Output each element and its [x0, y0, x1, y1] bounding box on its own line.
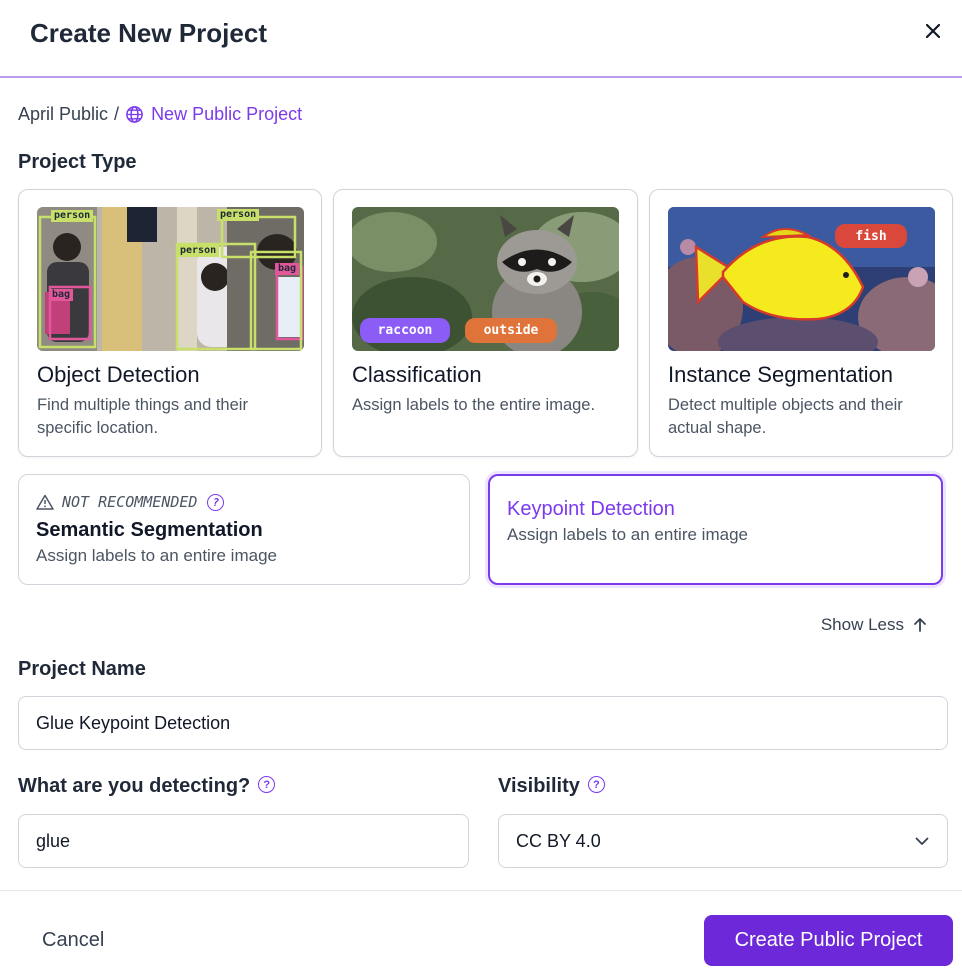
breadcrumb-project[interactable]: New Public Project: [125, 104, 302, 125]
breadcrumb-project-label: New Public Project: [151, 104, 303, 124]
detecting-label: What are you detecting??: [18, 775, 276, 798]
bbox-label: bag: [49, 289, 74, 301]
card-description: Assign labels to an entire image: [36, 546, 277, 565]
show-less-label: Show Less: [820, 615, 904, 634]
visibility-value: CC BY 4.0: [516, 830, 601, 851]
instance-segmentation-image: fish: [668, 207, 935, 351]
arrow-up-icon: [914, 618, 926, 632]
visibility-label-text: Visibility: [498, 775, 580, 797]
card-title: Keypoint Detection: [507, 498, 675, 520]
detecting-input[interactable]: glue: [18, 814, 469, 868]
breadcrumb-workspace[interactable]: April Public: [18, 104, 108, 125]
dialog-header: Create New Project: [0, 0, 962, 78]
card-classification[interactable]: raccoon outside Classification Assign la…: [333, 189, 638, 457]
not-recommended-badge: NOT RECOMMENDED ?: [36, 493, 225, 511]
card-description: Detect multiple objects and their actual…: [668, 396, 903, 437]
card-description: Find multiple things and their specific …: [37, 396, 248, 437]
bbox-label: person: [177, 245, 220, 257]
breadcrumb: April Public / New Public Project: [18, 104, 302, 125]
tag-fish: fish: [835, 224, 907, 248]
help-icon[interactable]: ?: [258, 776, 276, 794]
bbox-label: person: [217, 209, 260, 221]
help-icon[interactable]: ?: [587, 776, 605, 794]
show-less-button[interactable]: Show Less: [821, 615, 928, 635]
card-description: Assign labels to the entire image.: [352, 396, 596, 414]
detecting-label-text: What are you detecting?: [18, 775, 251, 797]
tag-outside: outside: [465, 318, 557, 343]
card-instance-segmentation[interactable]: fish Instance Segmentation Detect multip…: [649, 189, 953, 457]
cancel-button[interactable]: Cancel: [42, 929, 104, 952]
bbox-label: person: [51, 210, 94, 222]
classification-image: raccoon outside: [352, 207, 619, 351]
globe-icon: [126, 106, 143, 123]
chevron-down-icon: [915, 837, 929, 845]
card-keypoint-detection[interactable]: Keypoint Detection Assign labels to an e…: [488, 474, 943, 585]
object-detection-image: person person person bag bag: [37, 207, 304, 351]
close-icon: [926, 24, 940, 38]
visibility-select[interactable]: CC BY 4.0: [498, 814, 948, 868]
detecting-value: glue: [36, 830, 71, 851]
card-title: Object Detection: [37, 362, 200, 387]
project-name-label: Project Name: [18, 658, 146, 680]
breadcrumb-separator: /: [114, 104, 120, 124]
project-name-input[interactable]: Glue Keypoint Detection: [18, 696, 948, 750]
visibility-label: Visibility?: [498, 775, 605, 798]
project-type-label: Project Type: [18, 151, 137, 173]
help-icon[interactable]: ?: [207, 493, 225, 511]
close-button[interactable]: [918, 16, 948, 46]
dialog-title: Create New Project: [30, 18, 267, 48]
bbox-label: bag: [275, 263, 300, 275]
card-description: Assign labels to an entire image: [507, 525, 748, 544]
card-title: Classification: [352, 362, 482, 387]
card-title: Instance Segmentation: [668, 362, 894, 387]
not-recommended-label: NOT RECOMMENDED: [62, 493, 198, 511]
card-title: Semantic Segmentation: [36, 519, 263, 541]
card-semantic-segmentation[interactable]: NOT RECOMMENDED ? Semantic Segmentation …: [18, 474, 470, 585]
warning-icon: [36, 494, 54, 510]
project-name-value: Glue Keypoint Detection: [36, 712, 231, 733]
footer-divider: [0, 890, 962, 891]
create-project-button[interactable]: Create Public Project: [704, 915, 953, 966]
card-object-detection[interactable]: person person person bag bag Object Dete…: [18, 189, 322, 457]
tag-raccoon: raccoon: [360, 318, 450, 343]
